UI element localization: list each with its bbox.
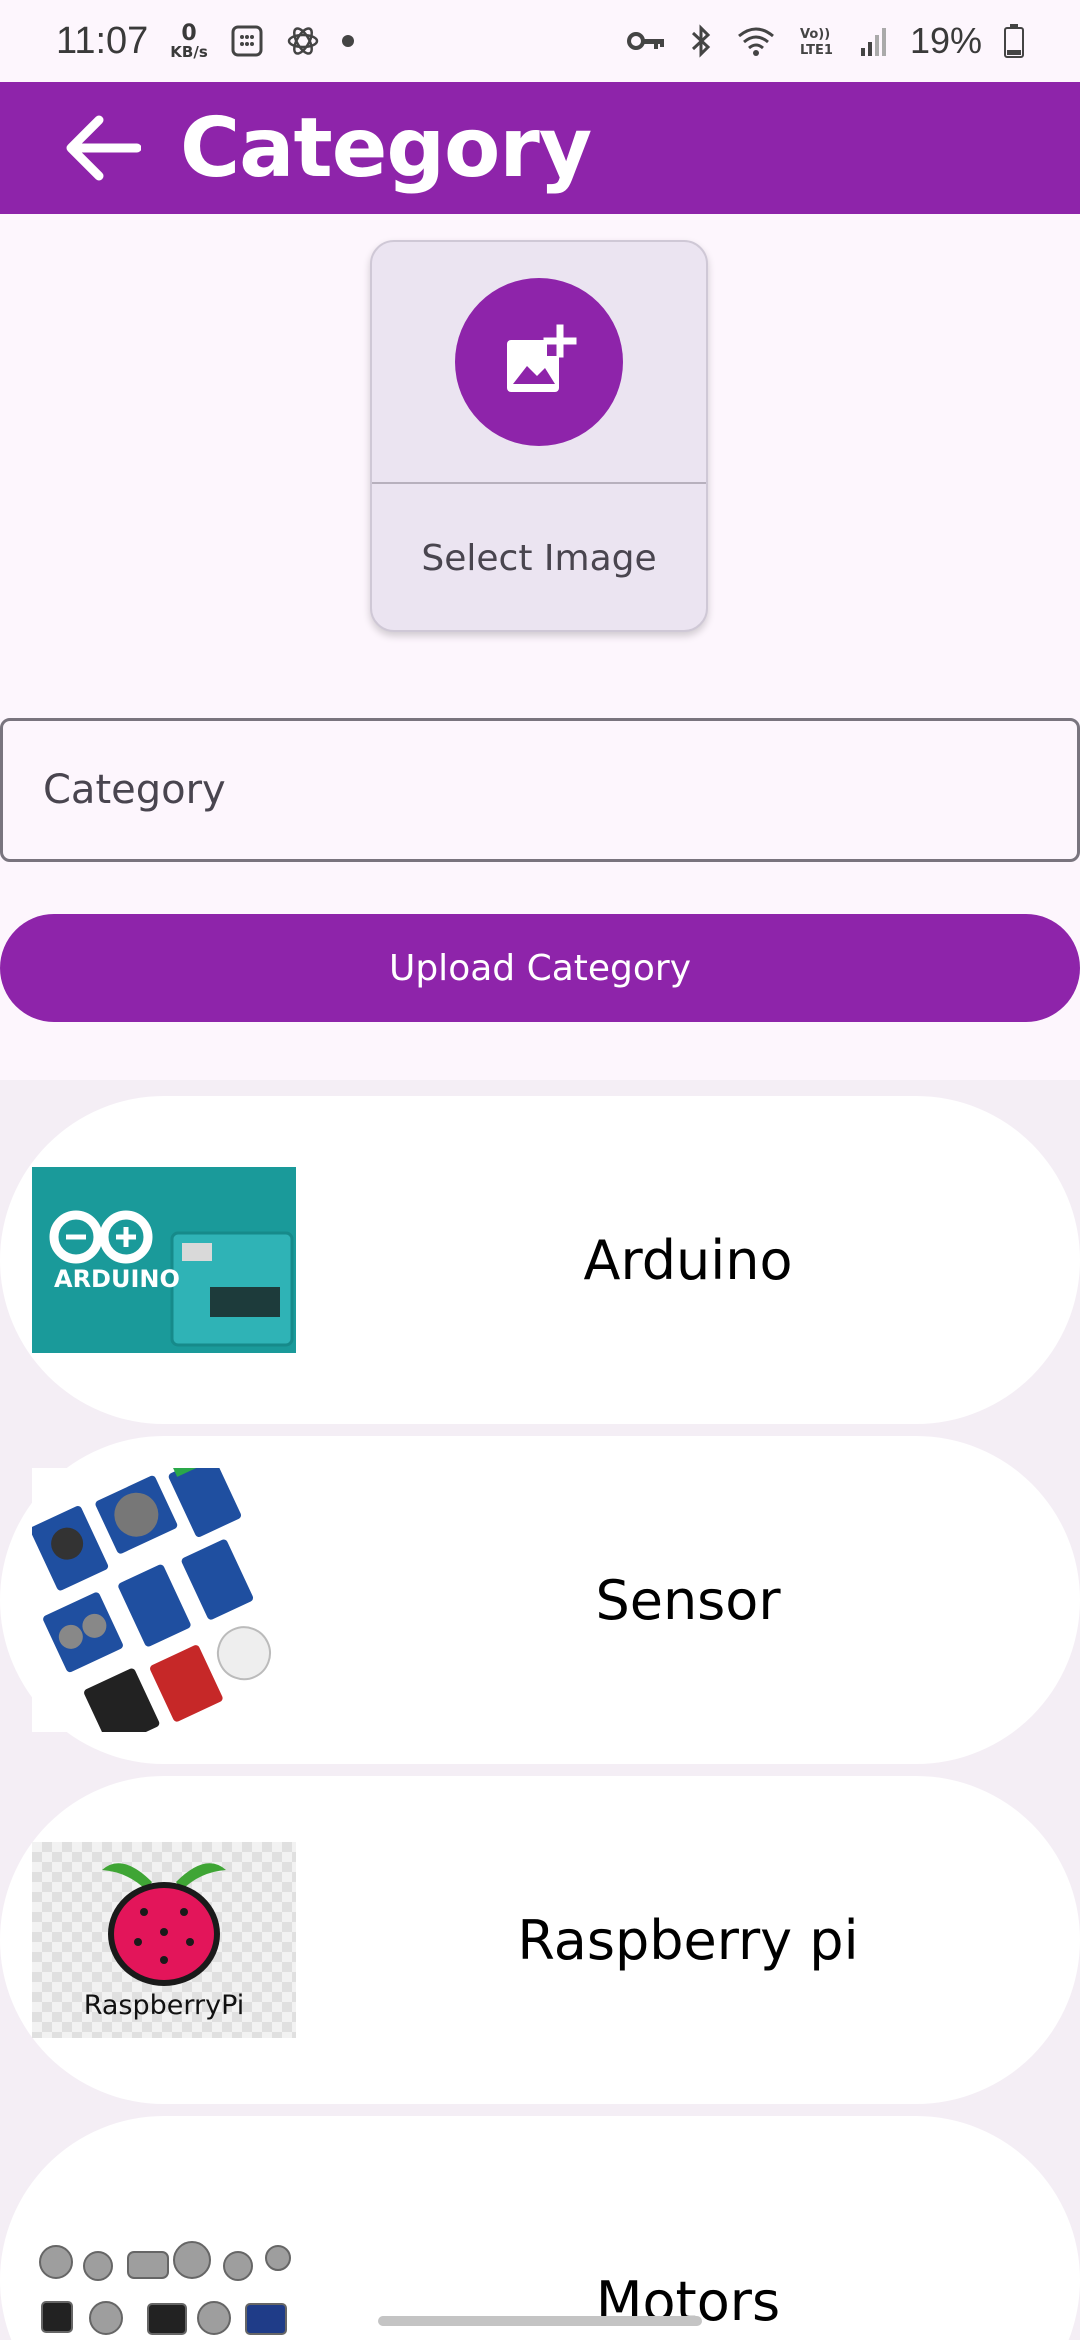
add-image-button[interactable] xyxy=(455,278,623,446)
category-name: Raspberry pi xyxy=(517,1908,859,1972)
status-bar: 11:07 0 KB/s Vo)) LTE1 19% xyxy=(0,0,1080,82)
wifi-icon xyxy=(736,24,776,58)
select-image-card[interactable]: Select Image xyxy=(370,240,708,632)
network-speed: 0 KB/s xyxy=(170,20,208,61)
status-bar-left: 11:07 0 KB/s xyxy=(56,20,354,63)
raspberry-pi-logo-text: RaspberryPi xyxy=(84,1990,245,2021)
category-thumbnail xyxy=(32,1468,296,1732)
category-name: Sensor xyxy=(595,1568,781,1632)
notification-dot-icon xyxy=(341,35,354,47)
add-photo-icon xyxy=(507,324,577,392)
category-list[interactable]: ARDUINO Arduino Sensor RaspberryPi Raspb… xyxy=(0,1080,1080,2340)
category-name: Arduino xyxy=(583,1228,793,1292)
category-input[interactable] xyxy=(0,718,1080,862)
category-item-sensor[interactable]: Sensor xyxy=(0,1436,1080,1764)
bluetooth-icon xyxy=(688,23,714,59)
category-item-raspberry-pi[interactable]: RaspberryPi Raspberry pi xyxy=(0,1776,1080,2104)
calculator-icon xyxy=(230,24,264,58)
status-bar-right: Vo)) LTE1 19% xyxy=(626,20,1024,62)
lte-icon: Vo)) LTE1 xyxy=(798,24,838,58)
upload-category-button[interactable]: Upload Category xyxy=(0,914,1080,1022)
vpn-key-icon xyxy=(626,26,666,56)
category-item-motors[interactable]: Motors xyxy=(0,2116,1080,2340)
picker-icon-area xyxy=(372,242,706,484)
battery-percent: 19% xyxy=(909,20,982,61)
atom-icon xyxy=(286,24,320,58)
page-title: Category xyxy=(180,100,592,196)
svg-text:LTE1: LTE1 xyxy=(800,43,833,58)
battery-icon xyxy=(1004,24,1024,58)
back-button[interactable] xyxy=(46,93,156,203)
category-item-arduino[interactable]: ARDUINO Arduino xyxy=(0,1096,1080,1424)
category-thumbnail: ARDUINO xyxy=(32,1167,296,1353)
network-speed-unit: KB/s xyxy=(170,42,208,61)
app-bar: Category xyxy=(0,82,1080,214)
select-image-label: Select Image xyxy=(421,537,657,579)
category-thumbnail xyxy=(32,2232,296,2340)
network-speed-value: 0 xyxy=(181,20,197,46)
arrow-left-icon xyxy=(66,115,141,181)
home-indicator[interactable] xyxy=(378,2316,702,2326)
category-thumbnail: RaspberryPi xyxy=(32,1842,296,2038)
signal-icon xyxy=(860,26,888,56)
svg-text:Vo)): Vo)) xyxy=(800,27,830,42)
arduino-logo-text: ARDUINO xyxy=(54,1265,180,1293)
status-time: 11:07 xyxy=(56,19,149,62)
